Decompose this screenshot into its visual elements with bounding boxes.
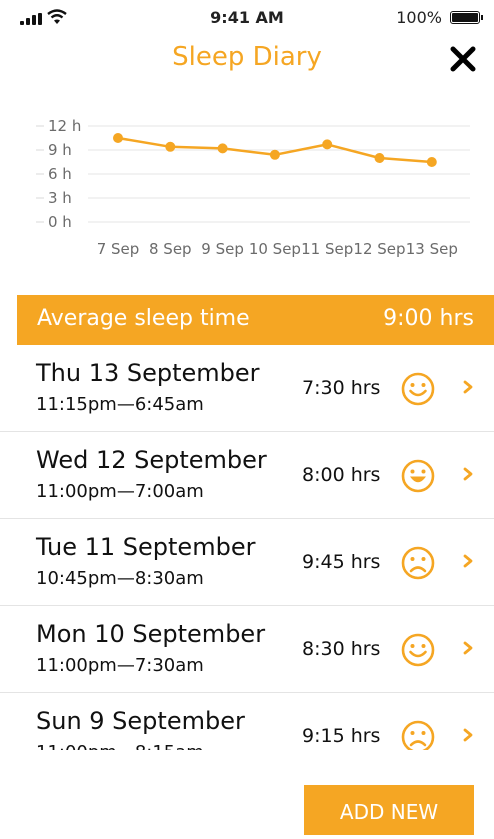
entry-date: Mon 10 September	[36, 620, 266, 648]
entry-time-range: 11:00pm—8:15am	[36, 742, 204, 750]
sleep-entries-list[interactable]: Thu 13 September 11:15pm—6:45am 7:30 hrs We…	[0, 345, 494, 750]
battery-icon	[450, 11, 483, 24]
smile-face-icon[interactable]	[400, 371, 436, 407]
entry-date: Tue 11 September	[36, 533, 256, 561]
entry-date: Sun 9 September	[36, 707, 245, 735]
chevron-right-icon[interactable]	[462, 640, 474, 656]
sad-face-icon[interactable]	[400, 545, 436, 581]
data-point	[269, 149, 280, 160]
sleep-chart: 12 h 9 h 6 h 3 h 0 h 7 Sep 8 Sep 9 Sep 10 Sep 11 …	[36, 117, 470, 258]
entry-time-range: 11:00pm—7:00am	[36, 481, 204, 502]
y-tick-label: 3 h	[48, 189, 72, 207]
chevron-right-icon[interactable]	[462, 553, 474, 569]
x-tick-label: 12 Sep	[353, 240, 405, 258]
data-point	[113, 133, 123, 143]
sleep-entry-row[interactable]: Sun 9 September 11:00pm—8:15am 9:15 hrs	[0, 693, 494, 750]
sleep-entry-row[interactable]: Thu 13 September 11:15pm—6:45am 7:30 hrs	[0, 345, 494, 432]
x-tick-label: 7 Sep	[97, 240, 140, 258]
sad-face-icon[interactable]	[400, 719, 436, 750]
data-point	[374, 153, 385, 163]
sleep-entry-row[interactable]: Tue 11 September 10:45pm—8:30am 9:45 hrs	[0, 519, 494, 606]
average-sleep-banner: Average sleep time 9:00 hrs	[17, 295, 494, 345]
y-tick-label: 12 h	[48, 117, 81, 135]
smile-face-icon[interactable]	[400, 632, 436, 668]
x-tick-label: 11 Sep	[301, 240, 353, 258]
y-tick-label: 0 h	[48, 213, 72, 231]
x-tick-label: 8 Sep	[149, 240, 192, 258]
entry-hours: 9:45 hrs	[302, 551, 381, 573]
add-new-button[interactable]: ADD NEW	[304, 785, 474, 835]
entry-hours: 9:15 hrs	[302, 725, 381, 747]
entry-time-range: 11:00pm—7:30am	[36, 655, 204, 676]
entry-date: Wed 12 September	[36, 446, 267, 474]
data-point	[165, 141, 176, 152]
data-point	[217, 143, 228, 154]
close-icon[interactable]	[448, 44, 478, 74]
page-title: Sleep Diary	[172, 42, 322, 72]
entry-hours: 7:30 hrs	[302, 377, 381, 399]
x-tick-label: 9 Sep	[201, 240, 244, 258]
chevron-right-icon[interactable]	[462, 379, 474, 395]
average-sleep-label: Average sleep time	[37, 306, 250, 331]
entry-hours: 8:00 hrs	[302, 464, 381, 486]
battery-percentage: 100%	[396, 8, 442, 27]
data-point	[322, 139, 333, 150]
entry-time-range: 11:15pm—6:45am	[36, 394, 204, 415]
grin-face-icon[interactable]	[400, 458, 436, 494]
sleep-entry-row[interactable]: Wed 12 September 11:00pm—7:00am 8:00 hrs	[0, 432, 494, 519]
y-tick-label: 6 h	[48, 165, 72, 183]
x-tick-label: 13 Sep	[406, 240, 458, 258]
entry-hours: 8:30 hrs	[302, 638, 381, 660]
status-bar: 9:41 AM 100%	[0, 0, 494, 36]
sleep-entry-row[interactable]: Mon 10 September 11:00pm—7:30am 8:30 hrs	[0, 606, 494, 693]
y-tick-label: 9 h	[48, 141, 72, 159]
chevron-right-icon[interactable]	[462, 727, 474, 743]
average-sleep-value: 9:00 hrs	[383, 306, 474, 331]
entry-time-range: 10:45pm—8:30am	[36, 568, 204, 589]
entry-date: Thu 13 September	[36, 359, 260, 387]
data-point	[426, 157, 437, 167]
x-tick-label: 10 Sep	[249, 240, 301, 258]
chevron-right-icon[interactable]	[462, 466, 474, 482]
